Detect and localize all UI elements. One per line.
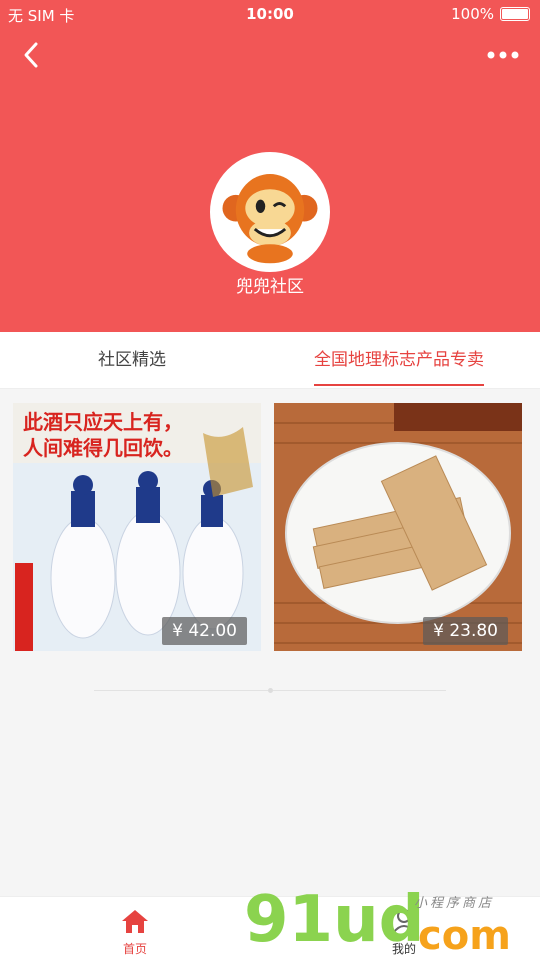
more-button[interactable] xyxy=(486,42,520,68)
home-icon xyxy=(122,910,148,933)
status-bar: 无 SIM 卡 10:00 100% xyxy=(0,0,540,28)
battery-percent: 100% xyxy=(451,5,494,23)
back-button[interactable] xyxy=(18,40,48,70)
product-image-liquor: 此酒只应天上有， 人间难得几回饮。 xyxy=(13,403,261,651)
site-watermark: 91ud 小程序商店 com xyxy=(244,884,540,960)
tab-active-indicator xyxy=(314,384,484,386)
promo-line-2: 人间难得几回饮。 xyxy=(23,436,183,460)
tab-community-picks[interactable]: 社区精选 xyxy=(98,332,166,388)
list-end-divider xyxy=(94,688,446,693)
product-price: ¥ 23.80 xyxy=(423,617,508,645)
product-card-biscuits[interactable]: ¥ 23.80 xyxy=(274,403,522,651)
nav-home[interactable]: 首页 xyxy=(95,907,175,957)
battery-group: 100% xyxy=(451,5,530,23)
product-image-biscuits xyxy=(274,403,522,651)
watermark-suffix: com xyxy=(418,913,511,959)
promo-line-1: 此酒只应天上有， xyxy=(23,410,183,434)
chevron-left-icon xyxy=(24,42,38,68)
nav-home-label: 首页 xyxy=(122,942,147,956)
tab-label: 全国地理标志产品专卖 xyxy=(314,350,484,370)
community-avatar[interactable] xyxy=(210,152,330,272)
watermark-tagline: 小程序商店 xyxy=(414,896,495,911)
tab-bar: 社区精选 全国地理标志产品专卖 xyxy=(0,332,540,389)
product-price: ¥ 42.00 xyxy=(162,617,247,645)
more-dots-icon xyxy=(487,51,519,59)
community-name: 兜兜社区 xyxy=(236,277,304,297)
tab-geographic-products[interactable]: 全国地理标志产品专卖 xyxy=(314,332,484,388)
watermark-main: 91ud xyxy=(244,883,425,957)
product-card-liquor[interactable]: 此酒只应天上有， 人间难得几回饮。 ¥ 42.00 xyxy=(13,403,261,651)
monkey-mascot-icon xyxy=(214,156,326,268)
tab-label: 社区精选 xyxy=(98,350,166,370)
battery-icon xyxy=(500,7,530,21)
